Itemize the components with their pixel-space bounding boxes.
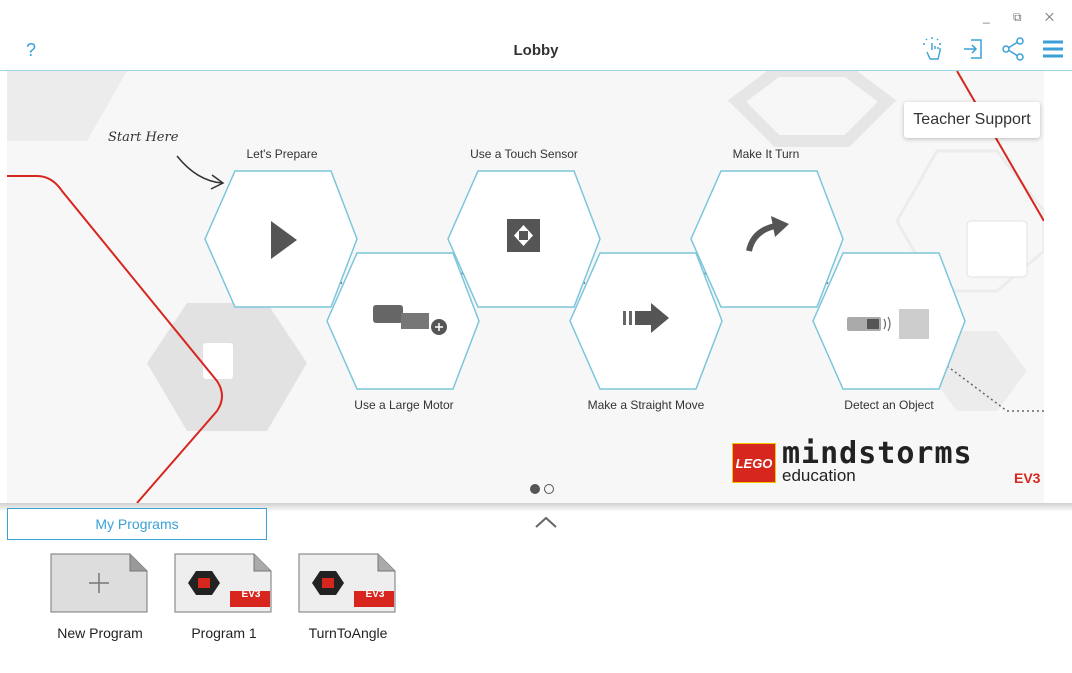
import-icon[interactable]: [960, 36, 986, 62]
teacher-support-tooltip[interactable]: Teacher Support: [904, 102, 1040, 138]
window-controls[interactable]: _ ⧉ ✕: [983, 10, 1064, 25]
program-label: TurnToAngle: [308, 625, 388, 641]
ev3-program-thumb: [174, 553, 272, 613]
mission-hex-detect-object[interactable]: [812, 252, 966, 390]
top-bar: ? Lobby: [0, 28, 1072, 71]
mission-label: Use a Touch Sensor: [470, 147, 578, 161]
mission-hex-large-motor[interactable]: [326, 252, 480, 390]
mission-hex-straight-move[interactable]: [569, 252, 723, 390]
program-list: New Program Program 1 TurnToAngle: [50, 553, 398, 641]
mission-hex-lets-prepare[interactable]: [204, 170, 358, 308]
ev3-wordmark: EV3: [1014, 470, 1041, 486]
mission-label: Make a Straight Move: [587, 398, 705, 412]
tab-my-programs[interactable]: My Programs: [7, 508, 267, 540]
lego-logo: LEGO: [732, 443, 776, 483]
chevron-up-icon[interactable]: [534, 515, 558, 529]
touch-sensor-icon: [507, 219, 540, 252]
share-icon[interactable]: [1000, 36, 1026, 62]
mission-label: Use a Large Motor: [354, 398, 454, 412]
mission-hex-touch-sensor[interactable]: [447, 170, 601, 308]
menu-icon[interactable]: [1040, 36, 1066, 62]
page-indicator: [530, 484, 554, 494]
new-program-thumb: [50, 553, 148, 613]
ev3-badge: EV3: [241, 589, 261, 600]
programs-panel: My Programs New Program Program 1 TurnTo…: [0, 503, 1072, 673]
program-label: New Program: [57, 625, 143, 641]
mission-label: Let's Prepare: [246, 147, 318, 161]
ev3-badge: EV3: [365, 589, 385, 600]
mission-hex-make-it-turn[interactable]: [690, 170, 844, 308]
start-here-label: Start Here: [108, 130, 179, 145]
page-dot-1[interactable]: [530, 484, 540, 494]
toolbar: [920, 36, 1066, 62]
page-title: Lobby: [513, 42, 559, 59]
page-dot-2[interactable]: [544, 484, 554, 494]
program-item-new[interactable]: New Program: [50, 553, 150, 641]
tap-icon[interactable]: [920, 36, 946, 62]
ev3-program-thumb: [298, 553, 396, 613]
program-label: Program 1: [191, 625, 257, 641]
mission-label: Detect an Object: [844, 398, 934, 412]
mission-label: Make It Turn: [732, 147, 800, 161]
education-wordmark: education: [782, 466, 856, 485]
